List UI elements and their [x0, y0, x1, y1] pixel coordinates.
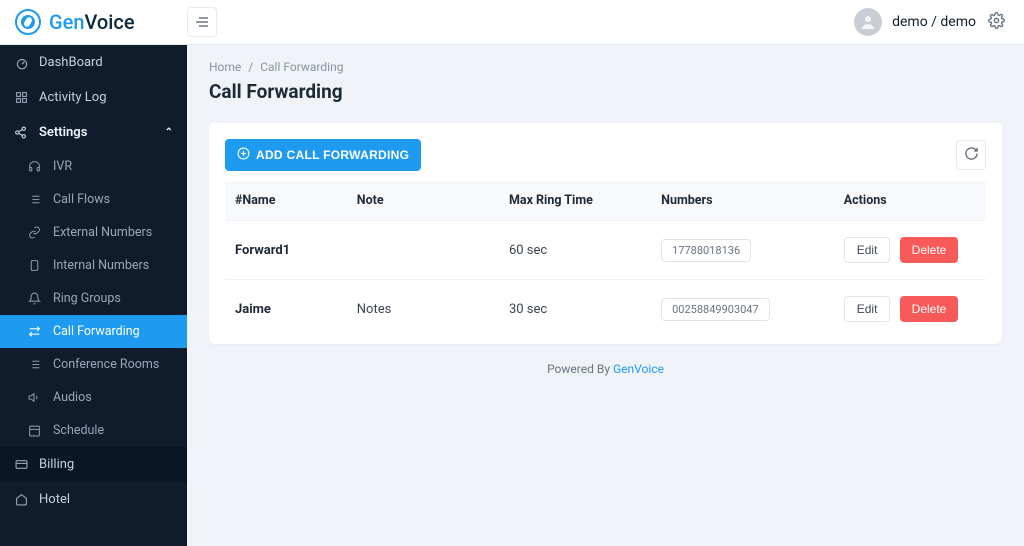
sidebar-item-billing[interactable]: Billing	[0, 447, 187, 482]
sidebar-item-callflows[interactable]: Call Flows	[0, 183, 187, 216]
sidebar-item-schedule[interactable]: Schedule	[0, 414, 187, 447]
sidebar-item-internal-numbers[interactable]: Internal Numbers	[0, 249, 187, 282]
chevron-up-icon: ⌃	[165, 127, 173, 138]
sidebar-item-hotel[interactable]: Hotel	[0, 482, 187, 517]
col-actions: Actions	[834, 181, 986, 221]
sidebar-item-label: Conference Rooms	[53, 357, 159, 372]
headphones-icon	[28, 160, 43, 173]
sidebar-item-label: Schedule	[53, 423, 104, 438]
footer-brand-link[interactable]: GenVoice	[613, 362, 664, 376]
gear-icon	[988, 18, 1005, 33]
call-forwarding-table: #Name Note Max Ring Time Numbers Actions…	[225, 181, 986, 338]
sidebar-item-label: External Numbers	[53, 225, 152, 240]
refresh-button[interactable]	[956, 140, 986, 170]
table-row: Jaime Notes 30 sec 00258849903047 Edit D…	[225, 280, 986, 339]
sidebar-item-external-numbers[interactable]: External Numbers	[0, 216, 187, 249]
list-icon	[28, 193, 43, 206]
page-title: Call Forwarding	[209, 80, 1002, 103]
cell-actions: Edit Delete	[834, 280, 986, 339]
sidebar-item-label: Internal Numbers	[53, 258, 149, 273]
sidebar-item-label: DashBoard	[39, 55, 173, 70]
cell-ring: 60 sec	[499, 221, 651, 280]
add-button-label: ADD CALL FORWARDING	[256, 148, 409, 162]
sidebar-item-activity[interactable]: Activity Log	[0, 80, 187, 115]
logo-voice: Voice	[84, 10, 134, 34]
avatar	[854, 8, 882, 36]
sidebar-item-label: Call Flows	[53, 192, 110, 207]
sidebar-item-call-forwarding[interactable]: Call Forwarding	[0, 315, 187, 348]
home-icon	[14, 493, 29, 506]
sidebar-item-label: Billing	[39, 457, 173, 472]
cell-actions: Edit Delete	[834, 221, 986, 280]
breadcrumb-sep: /	[248, 60, 253, 74]
number-badge: 00258849903047	[661, 298, 770, 321]
sidebar-toggle-button[interactable]	[187, 7, 217, 37]
col-name: #Name	[225, 181, 347, 221]
cell-note	[347, 221, 499, 280]
sidebar-item-label: IVR	[53, 159, 72, 174]
main-content: Home / Call Forwarding Call Forwarding A…	[187, 45, 1024, 546]
volume-icon	[28, 391, 43, 404]
sidebar-item-label: Audios	[53, 390, 92, 405]
cell-name: Forward1	[225, 221, 347, 280]
top-bar: GenVoice demo / demo	[0, 0, 1024, 45]
cell-note: Notes	[347, 280, 499, 339]
footer: Powered By GenVoice	[209, 362, 1002, 376]
grid-icon	[14, 91, 29, 104]
cell-ring: 30 sec	[499, 280, 651, 339]
sidebar-group-settings[interactable]: Settings ⌃	[0, 115, 187, 150]
breadcrumb-current: Call Forwarding	[260, 60, 343, 74]
device-icon	[28, 259, 43, 272]
card-icon	[14, 458, 29, 471]
edit-button[interactable]: Edit	[844, 296, 891, 322]
sidebar-item-label: Call Forwarding	[53, 324, 140, 339]
sidebar-item-audios[interactable]: Audios	[0, 381, 187, 414]
settings-button[interactable]	[984, 8, 1009, 37]
forward-icon	[28, 325, 43, 338]
refresh-icon	[964, 146, 979, 165]
logo[interactable]: GenVoice	[15, 9, 187, 35]
breadcrumb-home[interactable]: Home	[209, 60, 241, 74]
add-call-forwarding-button[interactable]: ADD CALL FORWARDING	[225, 139, 421, 171]
sidebar-item-label: Ring Groups	[53, 291, 121, 306]
sidebar-item-label: Hotel	[39, 492, 173, 507]
bell-icon	[28, 292, 43, 305]
table-row: Forward1 60 sec 17788018136 Edit Delete	[225, 221, 986, 280]
delete-button[interactable]: Delete	[900, 237, 959, 263]
edit-button[interactable]: Edit	[844, 237, 891, 263]
logo-gen: Gen	[49, 10, 84, 34]
footer-prefix: Powered By	[547, 362, 613, 376]
number-badge: 17788018136	[661, 239, 751, 262]
call-forwarding-card: ADD CALL FORWARDING #Name Note Max Ring …	[209, 123, 1002, 344]
sidebar-item-label: Settings	[39, 125, 155, 140]
cell-numbers: 17788018136	[651, 221, 834, 280]
share-icon	[14, 126, 29, 139]
breadcrumb: Home / Call Forwarding	[209, 60, 1002, 74]
list-icon	[28, 358, 43, 371]
logo-icon	[15, 9, 41, 35]
cell-name: Jaime	[225, 280, 347, 339]
sidebar-item-label: Activity Log	[39, 90, 173, 105]
link-icon	[28, 226, 43, 239]
calendar-icon	[28, 424, 43, 437]
sidebar-item-conference[interactable]: Conference Rooms	[0, 348, 187, 381]
sidebar-item-ring-groups[interactable]: Ring Groups	[0, 282, 187, 315]
gauge-icon	[14, 56, 29, 70]
logo-text: GenVoice	[49, 10, 135, 34]
col-note: Note	[347, 181, 499, 221]
menu-collapse-icon	[195, 16, 209, 28]
sidebar-item-ivr[interactable]: IVR	[0, 150, 187, 183]
sidebar-item-dashboard[interactable]: DashBoard	[0, 45, 187, 80]
user-menu[interactable]: demo / demo	[854, 8, 976, 36]
sidebar: DashBoard Activity Log Settings ⌃ IVR Ca…	[0, 45, 187, 546]
col-ring: Max Ring Time	[499, 181, 651, 221]
delete-button[interactable]: Delete	[900, 296, 959, 322]
cell-numbers: 00258849903047	[651, 280, 834, 339]
plus-circle-icon	[237, 147, 250, 163]
col-numbers: Numbers	[651, 181, 834, 221]
user-label: demo / demo	[892, 14, 976, 30]
